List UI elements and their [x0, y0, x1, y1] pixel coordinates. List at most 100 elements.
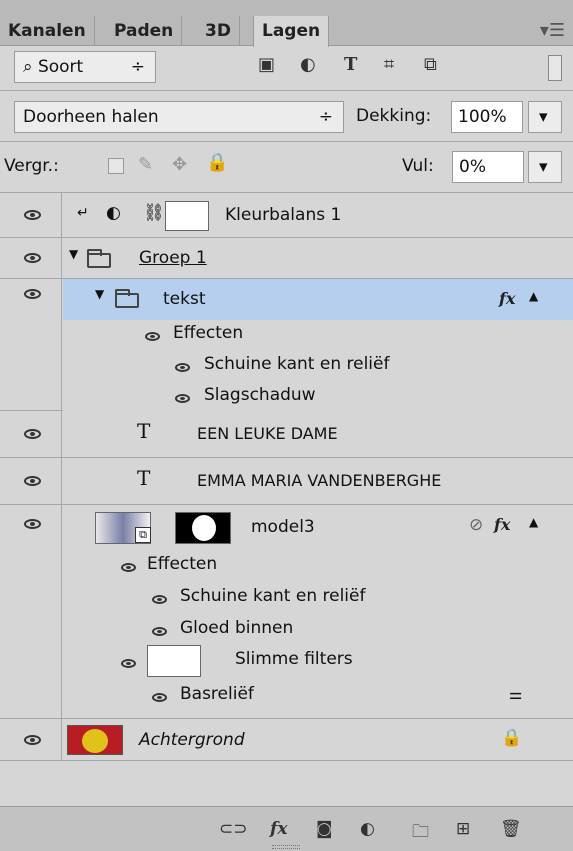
layer-mask-thumbnail[interactable] — [165, 201, 209, 231]
effects-eye-icon[interactable] — [145, 332, 160, 341]
layer-name: tekst — [163, 289, 206, 309]
delete-layer-icon[interactable]: 🗑 — [500, 819, 522, 839]
blend-mode-select[interactable]: Doorheen halen ÷ — [14, 101, 344, 133]
effects-eye-icon[interactable] — [121, 563, 136, 572]
fill-label: Vul: — [402, 156, 434, 176]
divider — [0, 90, 573, 91]
layer-mask-thumbnail[interactable] — [175, 512, 231, 544]
adjustment-icon: ◐ — [106, 203, 121, 223]
effect-name: Schuine kant en reliëf — [180, 586, 366, 606]
filter-blending-options-icon[interactable]: ⚌ — [509, 685, 522, 703]
lock-transparent-pixels-icon[interactable] — [108, 158, 124, 174]
tab-lagen[interactable]: Lagen — [253, 16, 330, 47]
smart-filters-eye-icon[interactable] — [121, 659, 136, 668]
filter-kind-label: Soort — [37, 57, 84, 77]
layer-row-achtergrond[interactable]: Achtergrond 🔒 — [0, 719, 573, 761]
new-group-icon[interactable]: 🗀 — [412, 819, 429, 848]
smart-filter-name: Basreliëf — [180, 684, 254, 704]
new-adjustment-layer-icon[interactable]: ◐ — [360, 819, 375, 839]
layer-name: EMMA MARIA VANDENBERGHE — [197, 471, 442, 490]
layer-name: EEN LEUKE DAME — [197, 424, 338, 443]
link-layers-icon[interactable]: ⊂⊃ — [219, 819, 248, 839]
panel-menu-icon[interactable]: ▾☰ — [540, 20, 565, 41]
layer-list: ↵ ◐ ⛓ Kleurbalans 1 ▼ Groep 1 ▼ tekst fx… — [0, 193, 573, 773]
filter-kind-select[interactable]: ⌕ Soort ÷ — [14, 51, 156, 83]
effect-eye-icon[interactable] — [175, 394, 190, 403]
background-thumbnail[interactable] — [67, 725, 123, 755]
opacity-input[interactable]: 100% — [451, 101, 523, 133]
text-layer-icon: T — [137, 419, 151, 443]
opacity-dropdown-button[interactable]: ▾ — [528, 101, 562, 133]
link-icon: ⛓ — [143, 203, 165, 223]
layer-name: Achtergrond — [139, 730, 245, 750]
folder-icon — [87, 249, 111, 268]
fill-input[interactable]: 0% — [452, 151, 524, 183]
layer-name: model3 — [251, 517, 315, 537]
lock-all-icon[interactable]: 🔒 — [206, 152, 228, 173]
smart-filter-icon: ⊘ — [469, 515, 484, 535]
smart-object-badge-icon: ⧉ — [135, 527, 151, 543]
effects-label: Effecten — [173, 323, 244, 343]
smart-filters-label: Slimme filters — [235, 649, 353, 669]
layer-name: Kleurbalans 1 — [225, 205, 342, 225]
visibility-eye-icon[interactable] — [24, 429, 41, 439]
layer-row-text-2[interactable]: T EMMA MARIA VANDENBERGHE — [0, 458, 573, 505]
visibility-eye-icon[interactable] — [24, 253, 41, 263]
fx-icon[interactable]: fx — [494, 515, 510, 534]
smart-filter-mask-thumbnail[interactable] — [147, 645, 201, 677]
fx-icon[interactable]: fx — [499, 289, 515, 308]
effect-eye-icon[interactable] — [152, 627, 167, 636]
smart-filter-eye-icon[interactable] — [152, 693, 167, 702]
visibility-eye-icon[interactable] — [24, 289, 41, 299]
opacity-label: Dekking: — [356, 106, 432, 126]
pixel-layer-filter-icon[interactable]: ▣ — [258, 54, 275, 75]
visibility-eye-icon[interactable] — [24, 519, 41, 529]
collapse-arrow-icon[interactable]: ▲ — [529, 289, 538, 303]
visibility-eye-icon[interactable] — [24, 735, 41, 745]
layer-row-tekst[interactable]: ▼ tekst fx ▲ Effecten Schuine kant en re… — [0, 279, 573, 411]
effect-eye-icon[interactable] — [152, 595, 167, 604]
filter-toggle-switch[interactable] — [548, 55, 562, 81]
folder-icon — [115, 289, 139, 308]
add-layer-style-icon[interactable]: fx — [270, 819, 287, 839]
layer-row-text-1[interactable]: T EEN LEUKE DAME — [0, 411, 573, 458]
effect-name: Slagschaduw — [204, 385, 316, 405]
select-arrows-icon: ÷ — [130, 57, 145, 77]
clipping-arrow-icon: ↵ — [77, 205, 89, 221]
visibility-eye-icon[interactable] — [24, 210, 41, 220]
tab-kanalen[interactable]: Kanalen — [0, 16, 95, 46]
text-layer-icon: T — [137, 466, 151, 490]
shape-layer-filter-icon[interactable]: ⌗ — [384, 54, 394, 75]
add-mask-icon[interactable]: ◙ — [316, 819, 333, 839]
type-layer-filter-icon[interactable]: T — [344, 54, 357, 75]
panel-tab-bar: Kanalen Paden 3D Lagen ▾☰ — [0, 0, 573, 47]
layer-row-model3[interactable]: ⧉ model3 ⊘ fx ▲ Effecten Schuine kant en… — [0, 505, 573, 719]
layer-panel-footer: ⊂⊃ fx ◙ ◐ 🗀 ⊞ 🗑 — [0, 806, 573, 851]
fill-dropdown-button[interactable]: ▾ — [528, 151, 562, 183]
collapse-arrow-icon[interactable]: ▲ — [529, 515, 538, 529]
lock-image-pixels-icon[interactable]: ✎ — [138, 154, 153, 175]
lock-label: Vergr.: — [4, 156, 59, 176]
expand-triangle-icon[interactable]: ▼ — [69, 247, 78, 261]
lock-position-icon[interactable]: ✥ — [172, 154, 187, 175]
effects-label: Effecten — [147, 554, 218, 574]
divider — [0, 141, 573, 142]
blend-mode-value: Doorheen halen — [23, 107, 159, 127]
visibility-eye-icon[interactable] — [24, 476, 41, 486]
smart-object-filter-icon[interactable]: ⧉ — [424, 54, 437, 75]
layer-name: Groep 1 — [139, 248, 207, 268]
expand-triangle-icon[interactable]: ▼ — [95, 287, 104, 301]
adjustment-layer-filter-icon[interactable]: ◐ — [300, 54, 316, 75]
search-icon: ⌕ — [23, 57, 33, 77]
layer-row-groep-1[interactable]: ▼ Groep 1 — [0, 238, 573, 279]
new-layer-icon[interactable]: ⊞ — [456, 819, 470, 839]
select-arrows-icon: ÷ — [318, 107, 333, 127]
effect-name: Gloed binnen — [180, 618, 294, 638]
layer-row-kleurbalans[interactable]: ↵ ◐ ⛓ Kleurbalans 1 — [0, 193, 573, 238]
effect-name: Schuine kant en reliëf — [204, 354, 390, 374]
effect-eye-icon[interactable] — [175, 363, 190, 372]
tab-3d[interactable]: 3D — [197, 16, 240, 46]
resize-grip[interactable] — [272, 845, 300, 849]
lock-icon: 🔒 — [501, 728, 523, 748]
tab-paden[interactable]: Paden — [106, 16, 183, 46]
